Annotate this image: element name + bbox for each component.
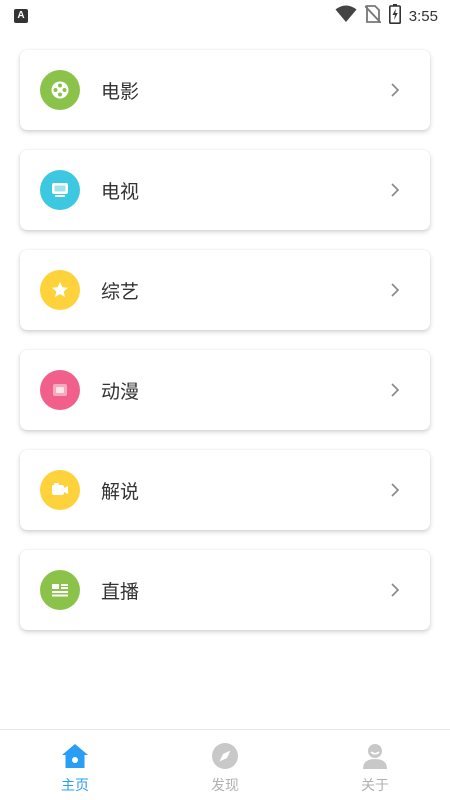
status-bar: A 3:55 [0,0,450,32]
category-icon-badge [40,270,80,310]
tab-about[interactable]: 关于 [300,730,450,800]
film-reel-icon [51,81,69,99]
category-icon-badge [40,370,80,410]
chevron-right-icon [390,482,400,498]
notification-icon: A [14,9,28,23]
no-sim-icon [364,5,382,27]
chevron-right-icon [390,82,400,98]
category-icon-badge [40,470,80,510]
category-item-anime[interactable]: 动漫 [20,350,430,430]
category-item-commentary[interactable]: 解说 [20,450,430,530]
category-label: 解说 [101,480,140,503]
app-screen: A 3:55 电影 电视 综艺 动漫 解说 直播 主页 发现 关于 [0,0,450,800]
category-icon-badge [40,70,80,110]
chevron-right-icon [390,182,400,198]
category-label: 动漫 [101,380,140,403]
category-icon-badge [40,570,80,610]
category-icon-badge [40,170,80,210]
status-time: 3:55 [408,7,438,25]
home-icon [60,741,90,771]
category-item-live[interactable]: 直播 [20,550,430,630]
person-icon [360,741,390,771]
camera-icon [52,483,68,495]
animation-icon [53,384,67,396]
bottom-nav: 主页 发现 关于 [0,729,450,800]
live-list-icon [52,584,68,597]
compass-icon [210,741,240,771]
category-item-variety[interactable]: 综艺 [20,250,430,330]
status-left: A [14,9,28,23]
chevron-right-icon [390,282,400,298]
tab-discover[interactable]: 发现 [150,730,300,800]
tv-icon [52,183,68,197]
battery-charging-icon [388,4,401,28]
wifi-icon [335,5,357,27]
category-item-tv[interactable]: 电视 [20,150,430,230]
tab-discover-label: 发现 [211,778,239,794]
status-right: 3:55 [335,4,438,28]
category-label: 综艺 [101,280,140,303]
tab-about-label: 关于 [361,778,389,794]
tab-home-label: 主页 [61,778,89,794]
chevron-right-icon [390,382,400,398]
chevron-right-icon [390,582,400,598]
category-label: 电视 [101,180,140,203]
tab-home[interactable]: 主页 [0,730,150,800]
category-label: 直播 [101,580,140,603]
category-label: 电影 [101,80,140,103]
star-icon [52,282,68,297]
category-item-movie[interactable]: 电影 [20,50,430,130]
